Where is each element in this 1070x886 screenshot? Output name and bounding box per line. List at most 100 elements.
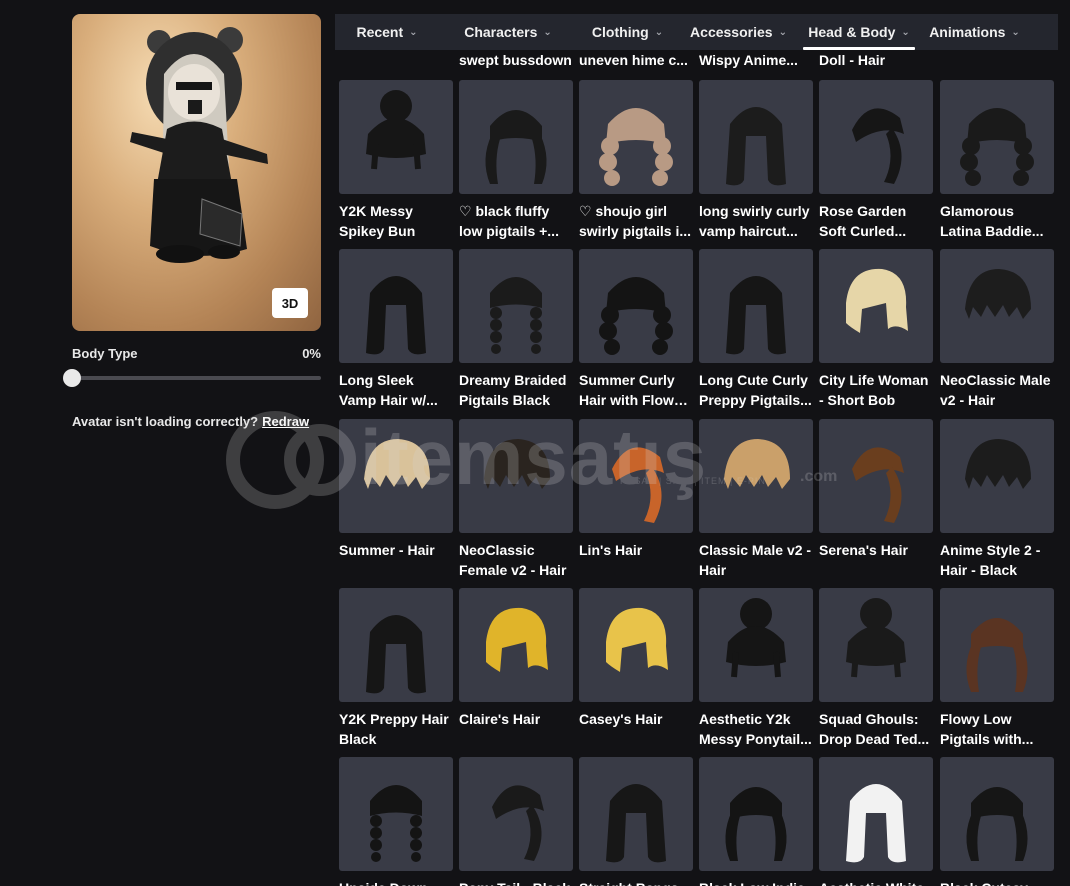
item-card[interactable]: NeoClassic Female v2 - Hair [459,419,573,588]
item-caption: Claire's Hair [459,709,573,729]
hair-icon [960,108,1034,186]
item-card[interactable]: Claire's Hair [459,588,573,757]
item-name-line-1: Aesthetic Y2k [699,711,791,727]
tab-label: Recent [356,24,404,40]
item-card[interactable]: Glamorous Latina Baddie... [940,80,1054,249]
tab-animations[interactable]: Animations ⌄ [919,14,1030,50]
item-name-line-1: Black Cutesy [940,878,1054,886]
item-card[interactable]: Dreamy Braided Pigtails Black [459,249,573,418]
item-card[interactable]: Rose Garden Soft Curled... [819,80,933,249]
item-thumbnail [699,80,813,194]
hair-icon [370,785,422,862]
item-card[interactable]: Serena's Hair [819,419,933,588]
item-name-line-1: Dreamy Braided [459,372,567,388]
item-caption: Rose Garden Soft Curled... [819,201,933,241]
item-name-line-1: long swirly curly [699,203,810,219]
item-thumbnail [579,757,693,871]
item-caption: NeoClassic Male v2 - Hair [940,370,1054,410]
redraw-link[interactable]: Redraw [262,414,309,429]
item-card[interactable]: Summer - Hair [339,419,453,588]
loading-help-text: Avatar isn't loading correctly? [72,414,259,429]
item-name-line-1: Claire's Hair [459,711,541,727]
tab-label: Accessories [690,24,773,40]
item-caption: long swirly curly vamp haircut... [699,201,813,241]
item-card[interactable]: NeoClassic Male v2 - Hair [940,249,1054,418]
item-card[interactable]: Flowy Low Pigtails with... [940,588,1054,757]
hair-icon [965,269,1031,319]
item-name-line-2: Black [339,731,377,747]
item-caption: Dreamy Braided Pigtails Black [459,370,573,410]
item-card[interactable]: ♡ black fluffy low pigtails +... [459,80,573,249]
item-caption: Aesthetic White [819,878,933,886]
tab-head-body[interactable]: Head & Body ⌄ [799,14,919,50]
item-thumbnail [940,588,1054,702]
item-thumbnail [579,249,693,363]
item-thumbnail [699,588,813,702]
item-name-line-2: Vamp Hair w/... [339,392,438,408]
hair-icon [852,108,904,184]
item-name-line-1: Long Sleek [339,372,414,388]
item-card[interactable]: Lin's Hair [579,419,693,588]
item-thumbnail [699,419,813,533]
tab-clothing[interactable]: Clothing ⌄ [577,14,678,50]
item-card[interactable]: Black Cutesy [940,757,1054,886]
tab-recent[interactable]: Recent ⌄ [335,14,439,50]
view-3d-button[interactable]: 3D [272,288,308,318]
hair-icon [846,268,908,333]
category-tabs: Recent ⌄ Characters ⌄ Clothing ⌄ Accessories ⌄ H… [335,14,1058,50]
item-caption: Serena's Hair [819,540,933,560]
item-card[interactable]: Aesthetic Y2k Messy Ponytail... [699,588,813,757]
hair-icon [612,447,664,523]
item-card[interactable]: Black Low Indie [699,757,813,886]
body-type-slider-track[interactable] [72,376,321,380]
item-thumbnail [339,588,453,702]
item-card[interactable]: Y2K Preppy Hair Black [339,588,453,757]
item-card[interactable]: Upside Down [339,757,453,886]
item-caption: uneven hime c... [579,52,688,68]
item-caption: Classic Male v2 - Hair [699,540,813,580]
chevron-down-icon: ⌄ [901,26,910,38]
item-caption: Upside Down [339,878,453,886]
item-thumbnail [699,249,813,363]
tab-characters[interactable]: Characters ⌄ [439,14,577,50]
item-card[interactable]: Summer Curly Hair with Flowe... [579,249,693,418]
item-thumbnail [459,588,573,702]
item-card[interactable]: Squad Ghouls: Drop Dead Ted... [819,588,933,757]
item-name-line-1: Casey's Hair [579,711,663,727]
item-card[interactable]: Casey's Hair [579,588,693,757]
item-card[interactable]: Pony Tail - Black [459,757,573,886]
item-name-line-2: Hair with Flowe... [579,392,693,408]
item-caption: Wispy Anime... [699,52,798,68]
item-caption: Long Sleek Vamp Hair w/... [339,370,453,410]
item-card[interactable]: Y2K Messy Spikey Bun [339,80,453,249]
tab-accessories[interactable]: Accessories ⌄ [678,14,799,50]
tab-label: Characters [464,24,538,40]
item-card[interactable]: Anime Style 2 - Hair - Black [940,419,1054,588]
item-name-line-1: ♡ shoujo girl [579,203,667,219]
item-card[interactable]: Long Cute Curly Preppy Pigtails... [699,249,813,418]
body-type-row: Body Type 0% [72,346,321,364]
item-thumbnail [459,757,573,871]
item-name-line-2: Hair - Black [940,562,1018,578]
item-card[interactable]: Straight Bangs - [579,757,693,886]
item-card[interactable]: Long Sleek Vamp Hair w/... [339,249,453,418]
item-name-line-2: swirly pigtails i... [579,223,692,239]
item-name-line-2: low pigtails +... [459,223,559,239]
item-thumbnail [339,419,453,533]
hair-icon [492,785,544,861]
body-type-slider-thumb[interactable] [63,369,81,387]
item-name-line-1: Lin's Hair [579,542,643,558]
item-card[interactable]: ♡ shoujo girl swirly pigtails i... [579,80,693,249]
item-card[interactable]: City Life Woman - Short Bob [819,249,933,418]
item-thumbnail [579,419,693,533]
avatar-loading-notice: Avatar isn't loading correctly? Redraw [72,414,309,429]
item-card[interactable]: Aesthetic White [819,757,933,886]
item-grid: swept bussdown uneven hime c... Wispy Anim… [335,50,1070,886]
item-card[interactable]: Classic Male v2 - Hair [699,419,813,588]
item-caption: Black Low Indie [699,878,813,886]
item-card[interactable]: long swirly curly vamp haircut... [699,80,813,249]
item-caption: Long Cute Curly Preppy Pigtails... [699,370,813,410]
hair-icon [366,90,426,170]
item-name-line-2: Soft Curled... [819,223,907,239]
item-name-line-1: Y2K Preppy Hair [339,711,449,727]
